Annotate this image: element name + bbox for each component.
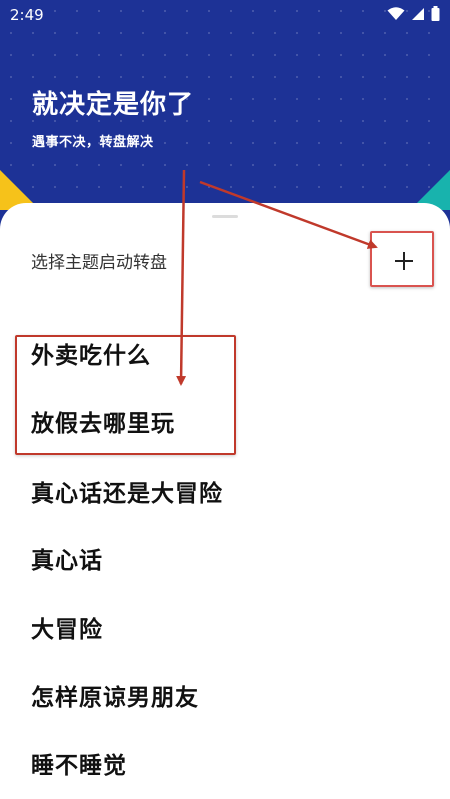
status-bar: 2:49 bbox=[0, 0, 450, 32]
sheet-label: 选择主题启动转盘 bbox=[31, 253, 167, 273]
status-icons bbox=[387, 6, 440, 21]
status-time: 2:49 bbox=[10, 6, 44, 24]
topic-item[interactable]: 大冒险 bbox=[31, 610, 103, 644]
signal-icon bbox=[412, 7, 424, 20]
topic-item[interactable]: 真心话 bbox=[31, 541, 103, 575]
annotation-highlight-box bbox=[15, 335, 236, 455]
add-topic-button[interactable] bbox=[370, 231, 434, 287]
drag-handle[interactable] bbox=[212, 215, 238, 218]
plus-icon-stroke bbox=[403, 252, 405, 270]
topic-item[interactable]: 睡不睡觉 bbox=[31, 746, 127, 780]
wifi-icon bbox=[387, 6, 405, 20]
topic-item[interactable]: 真心话还是大冒险 bbox=[31, 474, 223, 508]
topic-item[interactable]: 怎样原谅男朋友 bbox=[31, 678, 199, 712]
app-title: 就决定是你了 bbox=[32, 90, 195, 120]
app-subtitle: 遇事不决，转盘解决 bbox=[32, 135, 154, 150]
battery-icon bbox=[431, 6, 440, 21]
